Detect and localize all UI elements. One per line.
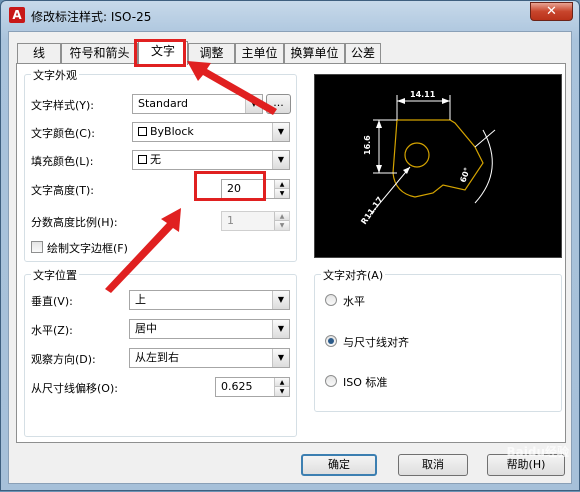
text-style-label: 文字样式(Y):	[31, 99, 95, 112]
chevron-down-icon: ▼	[272, 123, 289, 141]
tab-tolerances[interactable]: 公差	[345, 43, 381, 64]
chevron-down-icon: ▼	[245, 95, 262, 113]
chevron-down-icon: ▼	[272, 349, 289, 367]
fraction-height-input[interactable]: 1 ▲ ▼	[221, 211, 290, 231]
horizontal-value: 居中	[135, 322, 157, 335]
view-direction-dropdown[interactable]: 从左到右 ▼	[129, 348, 290, 368]
text-alignment-title: 文字对齐(A)	[321, 267, 386, 283]
vertical-value: 上	[135, 293, 146, 306]
close-button[interactable]: ✕	[530, 2, 573, 21]
fill-color-value: 无	[150, 153, 161, 166]
text-frame-checkbox[interactable]	[31, 241, 43, 253]
preview-dim-angle: 60°	[458, 166, 472, 183]
color-swatch-icon	[138, 126, 147, 136]
dialog-client: 线 符号和箭头 文字 调整 主单位 换算单位 公差 文字外观 文字样式(Y): …	[8, 31, 572, 484]
preview-dim-left: 16.6	[363, 135, 372, 155]
offset-value: 0.625	[221, 380, 253, 393]
annotation-tab-highlight	[134, 39, 186, 67]
tab-symbols-arrows[interactable]: 符号和箭头	[61, 43, 138, 64]
baidu-watermark: Baidu经验	[506, 445, 570, 459]
fraction-height-label: 分数高度比例(H):	[31, 216, 118, 229]
horizontal-dropdown[interactable]: 居中 ▼	[129, 319, 290, 339]
offset-input[interactable]: 0.625 ▲ ▼	[215, 377, 290, 397]
chevron-down-icon: ▼	[272, 151, 289, 169]
horizontal-label: 水平(Z):	[31, 324, 73, 337]
align-with-dimline-label: 与尺寸线对齐	[343, 336, 409, 349]
align-iso-radio[interactable]	[325, 375, 337, 387]
align-with-dimline-radio[interactable]	[325, 335, 337, 347]
text-frame-label: 绘制文字边框(F)	[47, 242, 128, 255]
title-bar[interactable]: A 修改标注样式: ISO-25 ✕	[1, 1, 579, 31]
color-swatch-icon	[138, 154, 147, 164]
tab-fit[interactable]: 调整	[188, 43, 235, 64]
tab-lines[interactable]: 线	[17, 43, 61, 64]
vertical-label: 垂直(V):	[31, 295, 73, 308]
tab-primary-units[interactable]: 主单位	[235, 43, 284, 64]
view-direction-label: 观察方向(D):	[31, 353, 96, 366]
dimension-preview: 14.11 16.6 R11.17 60°	[314, 74, 562, 258]
text-height-label: 文字高度(T):	[31, 184, 95, 197]
preview-drawing: 14.11 16.6 R11.17 60°	[359, 90, 496, 226]
annotation-height-highlight	[194, 171, 266, 201]
vertical-dropdown[interactable]: 上 ▼	[129, 290, 290, 310]
chevron-down-icon: ▼	[272, 320, 289, 338]
fraction-height-spinner[interactable]: ▲ ▼	[274, 212, 289, 230]
dialog-title: 修改标注样式: ISO-25	[31, 10, 152, 24]
fill-color-dropdown[interactable]: 无 ▼	[132, 150, 290, 170]
autocad-logo-icon: A	[9, 7, 25, 23]
text-height-spinner[interactable]: ▲ ▼	[274, 180, 289, 198]
chevron-down-icon: ▼	[272, 291, 289, 309]
align-horizontal-label: 水平	[343, 295, 365, 308]
text-placement-group: 文字位置 垂直(V): 上 ▼ 水平(Z): 居中 ▼ 观察方向(D): 从左到…	[24, 267, 297, 437]
preview-dim-bottom: R11.17	[359, 195, 384, 226]
text-placement-title: 文字位置	[31, 267, 79, 283]
fraction-height-value: 1	[227, 214, 234, 227]
offset-spinner[interactable]: ▲ ▼	[274, 378, 289, 396]
offset-label: 从尺寸线偏移(O):	[31, 382, 118, 395]
cancel-button[interactable]: 取消	[398, 454, 468, 476]
text-appearance-title: 文字外观	[31, 67, 79, 83]
text-appearance-group: 文字外观 文字样式(Y): Standard ▼ ... 文字颜色(C): By…	[24, 67, 297, 262]
align-iso-label: ISO 标准	[343, 376, 388, 389]
text-style-browse-button[interactable]: ...	[266, 94, 291, 114]
fill-color-label: 填充颜色(L):	[31, 155, 94, 168]
text-color-label: 文字颜色(C):	[31, 127, 95, 140]
text-style-value: Standard	[138, 97, 189, 110]
text-color-value: ByBlock	[150, 125, 194, 138]
view-direction-value: 从左到右	[135, 351, 179, 364]
text-color-dropdown[interactable]: ByBlock ▼	[132, 122, 290, 142]
align-horizontal-radio[interactable]	[325, 294, 337, 306]
ok-button[interactable]: 确定	[301, 454, 377, 476]
preview-dim-top: 14.11	[410, 90, 436, 99]
text-alignment-group: 文字对齐(A) 水平 与尺寸线对齐 ISO 标准	[314, 267, 562, 412]
text-style-dropdown[interactable]: Standard ▼	[132, 94, 263, 114]
tab-alternate-units[interactable]: 换算单位	[284, 43, 345, 64]
text-tab-panel: 文字外观 文字样式(Y): Standard ▼ ... 文字颜色(C): By…	[16, 63, 566, 443]
dialog-window: A 修改标注样式: ISO-25 ✕ 线 符号和箭头 文字 调整 主单位 换算单…	[0, 0, 580, 491]
